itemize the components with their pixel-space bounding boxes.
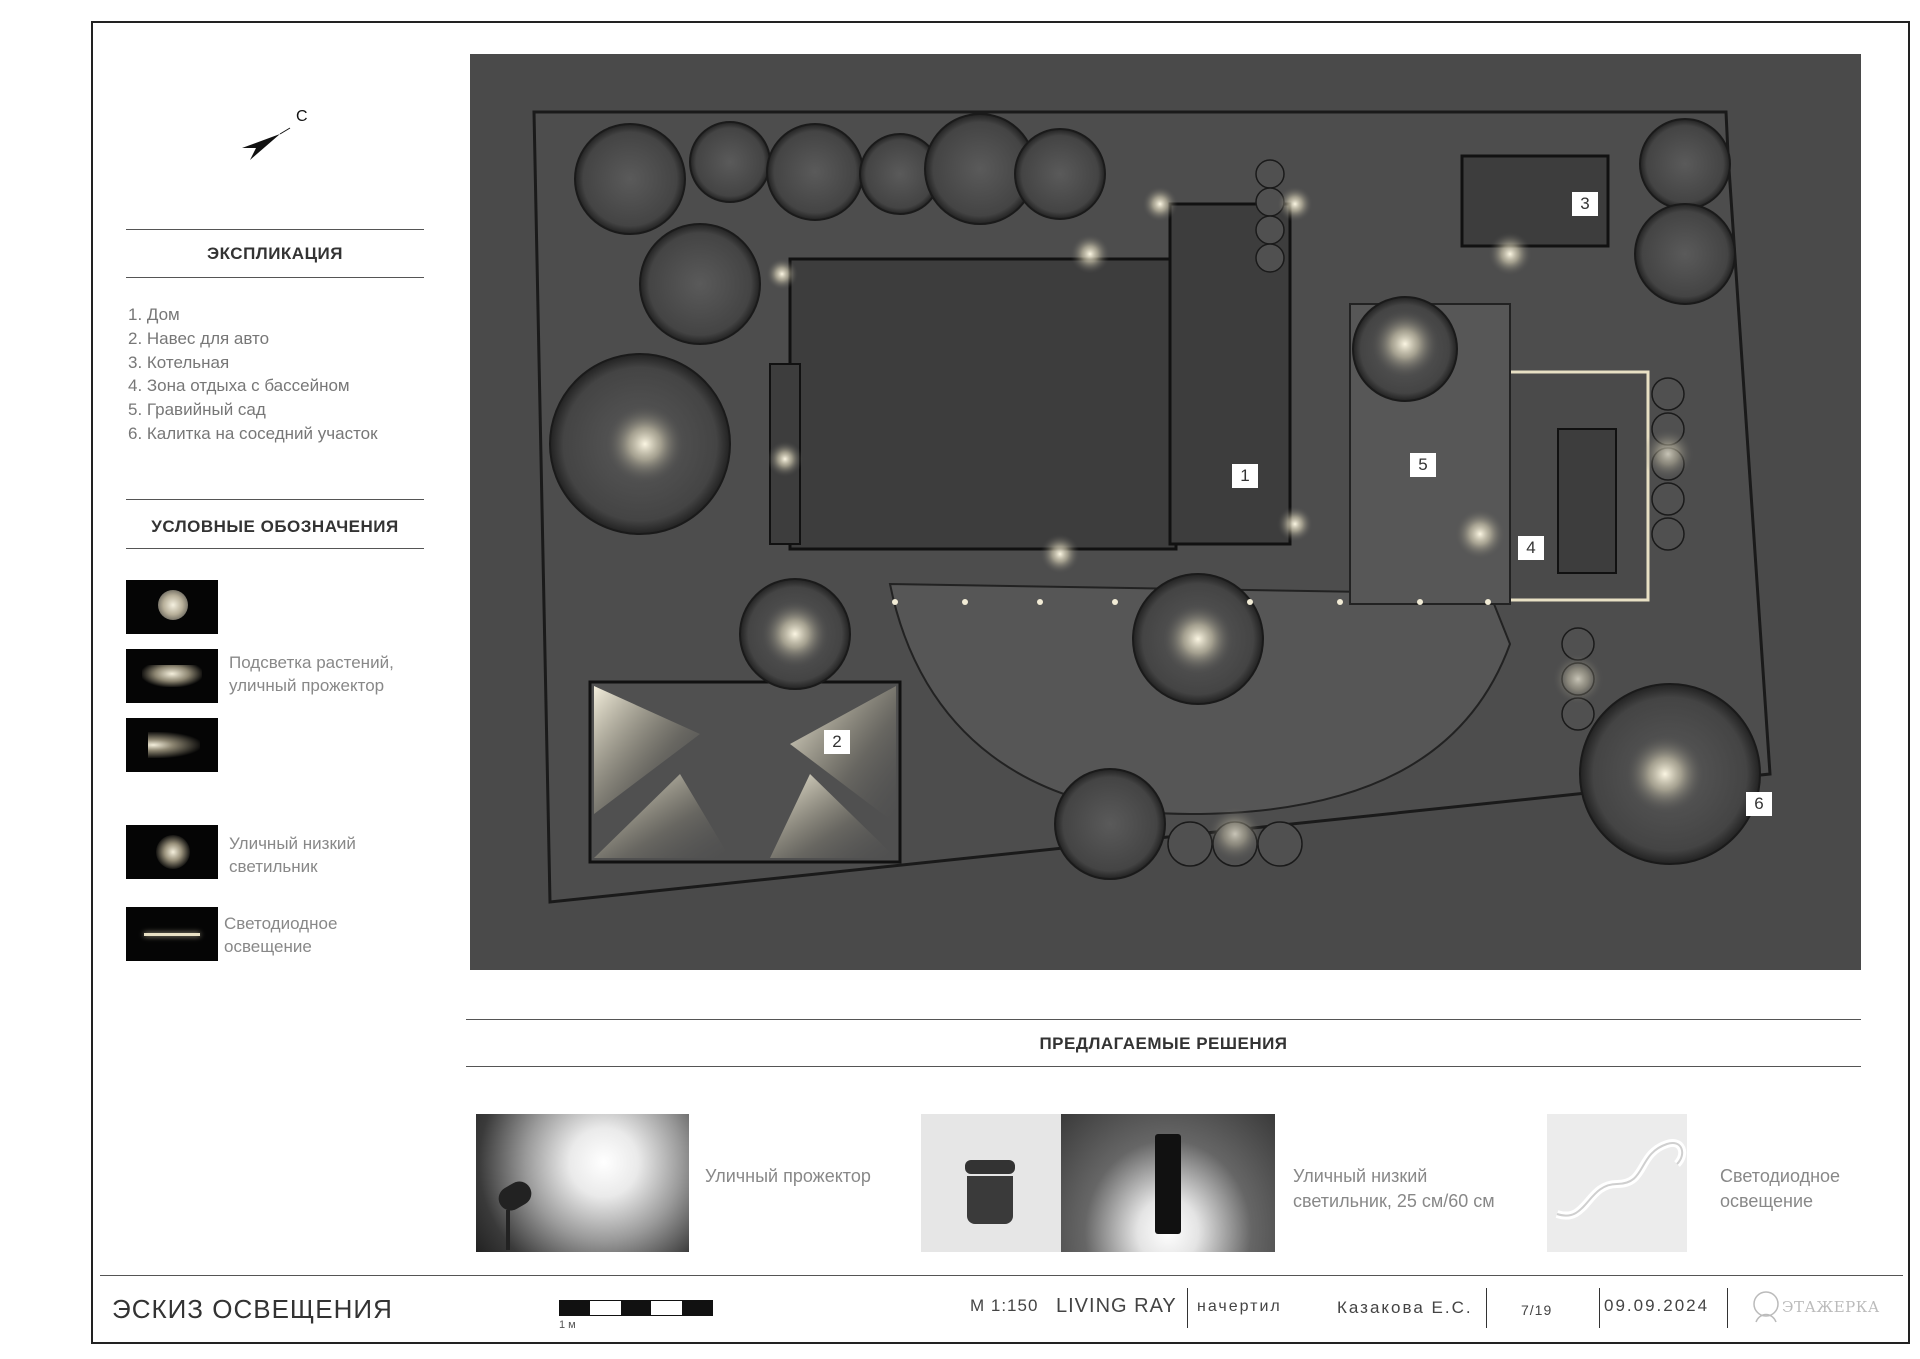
bollard-short-photo <box>921 1114 1061 1252</box>
plan-marker-pool: 4 <box>1518 536 1544 560</box>
explication-item: 4. Зона отдыха с бассейном <box>128 376 350 396</box>
site-plan-drawing <box>532 110 1772 904</box>
footer-separator <box>1187 1288 1188 1328</box>
bollard-tall-photo <box>1061 1114 1275 1252</box>
explication-item: 6. Калитка на соседний участок <box>128 423 378 443</box>
led-label-line: освещение <box>1720 1191 1814 1211</box>
bollard-label-line: Уличный низкий <box>1293 1166 1428 1186</box>
footer-divider <box>100 1275 1903 1276</box>
divider <box>126 277 424 278</box>
plan-marker-gravel: 5 <box>1410 453 1436 477</box>
legend-text-line: освещение <box>224 937 312 956</box>
scale-bar <box>559 1300 713 1316</box>
legend-plant-light-label: Подсветка растений, уличный прожектор <box>229 651 394 697</box>
spotlight-label: Уличный прожектор <box>705 1166 871 1186</box>
footer-separator <box>1599 1288 1600 1328</box>
sheet-title: ЭСКИЗ ОСВЕЩЕНИЯ <box>112 1294 393 1324</box>
compass: С <box>238 108 318 168</box>
project-name: LIVING RAY <box>1056 1295 1177 1317</box>
bollard-body-icon <box>967 1176 1013 1224</box>
led-label-line: Светодиодное <box>1720 1166 1841 1186</box>
divider <box>126 548 424 549</box>
divider <box>466 1066 1861 1067</box>
bollard-label: Уличный низкий светильник, 25 см/60 см <box>1293 1164 1495 1214</box>
logo-text: ЭТАЖЕРКА <box>1782 1298 1880 1316</box>
explication-item: 5. Гравийный сад <box>128 400 266 420</box>
north-label: С <box>296 108 308 125</box>
legend-title: УСЛОВНЫЕ ОБОЗНАЧЕНИЯ <box>151 517 399 536</box>
legend-low-light-label: Уличный низкий светильник <box>229 832 356 878</box>
plan-marker-gate: 6 <box>1746 792 1772 816</box>
author-name: Казакова Е.С. <box>1337 1298 1473 1317</box>
legend-text-line: Подсветка растений, <box>229 653 394 672</box>
legend-plant-light-icon <box>126 580 218 634</box>
led-strip-icon <box>1555 1139 1687 1220</box>
company-logo: ЭТАЖЕРКА <box>1746 1282 1896 1338</box>
drawn-by-label: начертил <box>1197 1298 1282 1315</box>
plan-marker-boiler: 3 <box>1572 192 1598 216</box>
sheet-number: 7/19 <box>1521 1302 1553 1318</box>
divider <box>466 1019 1861 1020</box>
spotlight-head-icon <box>494 1177 536 1215</box>
scale-label: М 1:150 <box>970 1296 1039 1315</box>
bollard-label-line: светильник, 25 см/60 см <box>1293 1191 1495 1211</box>
legend-led-icon <box>126 907 218 961</box>
legend-uplight-icon <box>126 649 218 703</box>
explication-item: 3. Котельная <box>128 352 230 372</box>
explication-list: 1. Дом 2. Навес для авто 3. Котельная 4.… <box>128 303 378 446</box>
legend-low-light-icon <box>126 825 218 879</box>
spotlight-photo <box>476 1114 689 1252</box>
spotlight-stake-icon <box>506 1210 510 1250</box>
led-label: Светодиодное освещение <box>1720 1164 1840 1214</box>
explication-title: ЭКСПЛИКАЦИЯ <box>207 244 343 263</box>
solutions-title: ПРЕДЛАГАЕМЫЕ РЕШЕНИЯ <box>1039 1034 1288 1053</box>
explication-item: 1. Дом <box>128 305 180 324</box>
plan-marker-carport: 2 <box>824 730 850 754</box>
legend-spot-icon <box>126 718 218 772</box>
plan-marker-house: 1 <box>1232 464 1258 488</box>
divider <box>126 229 424 230</box>
legend-led-label: Светодиодное освещение <box>224 912 337 958</box>
footer-separator <box>1727 1288 1728 1328</box>
scale-bar-unit: 1 м <box>559 1319 576 1331</box>
explication-item: 2. Навес для авто <box>128 328 270 348</box>
legend-text-line: Уличный низкий <box>229 834 356 853</box>
logo-flower-icon <box>1753 1291 1779 1323</box>
bollard-tall-icon <box>1155 1134 1181 1234</box>
date: 09.09.2024 <box>1604 1296 1710 1315</box>
legend-text-line: уличный прожектор <box>229 676 385 695</box>
divider <box>126 499 424 500</box>
led-strip-photo <box>1547 1114 1687 1252</box>
footer-separator <box>1486 1288 1487 1328</box>
legend-text-line: светильник <box>229 857 318 876</box>
bollard-cap-icon <box>965 1160 1015 1174</box>
legend-text-line: Светодиодное <box>224 914 338 933</box>
lighting-plan: 1 2 3 4 5 6 <box>470 54 1861 970</box>
